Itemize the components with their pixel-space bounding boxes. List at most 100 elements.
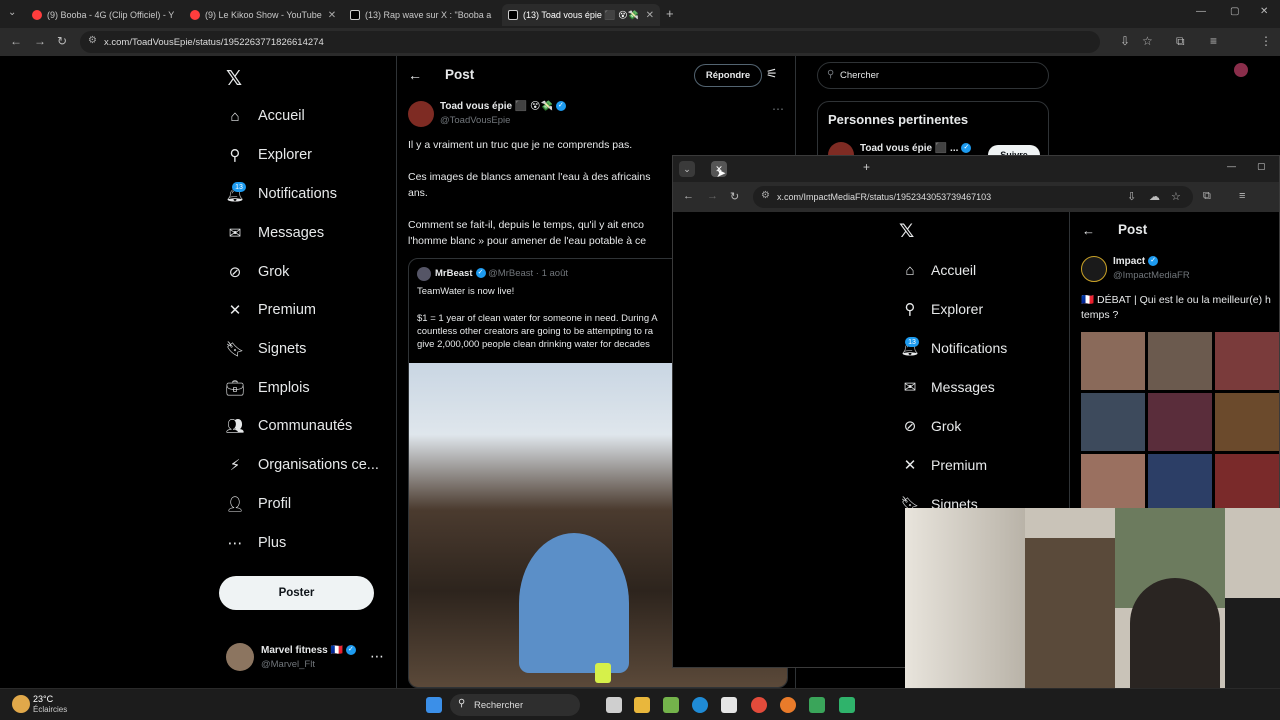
sidebar-item-label: Plus [258,535,287,551]
minimize-window-icon[interactable]: — [1196,6,1206,17]
install-app-icon[interactable]: ⇩ [1127,190,1136,203]
x-logo-icon[interactable]: 𝕏 [899,220,914,243]
whatsapp-icon[interactable] [839,697,855,713]
nvidia-icon[interactable] [663,697,679,713]
profile-avatar-icon[interactable] [1234,63,1248,77]
menu-dots-icon[interactable]: ⋮ [1260,34,1272,48]
chrome-icon[interactable] [751,697,767,713]
person-name[interactable]: Toad vous épie ⬛ ... ✓ [860,143,972,154]
account-avatar[interactable] [226,643,254,671]
sidebar-item-grok[interactable]: ⊘ Grok [901,413,962,439]
impact-avatar[interactable] [1081,256,1107,282]
grid-photo [1148,454,1212,512]
sidebar-item-accueil[interactable]: ⌂ Accueil [226,102,304,130]
sidebar-item-profil[interactable]: 👤︎ Profil [225,490,291,518]
app-icon[interactable] [809,697,825,713]
tab-title: (9) Le Kikoo Show - YouTube [205,10,322,20]
reading-list-icon[interactable]: ≡ [1210,34,1217,48]
tab-kikoo-show[interactable]: (9) Le Kikoo Show - YouTube ✕ [184,4,338,26]
close-tab-icon[interactable]: ✕ [491,10,498,21]
post-more-icon[interactable]: ⋯ [772,102,784,116]
sidebar-item-emplois[interactable]: 💼︎ Emplois [225,374,309,402]
grid-photo [1215,393,1279,451]
grid-photo [1081,332,1145,390]
x-logo-icon[interactable]: 𝕏 [226,66,242,91]
bookmark-star-icon[interactable]: ☆ [1171,190,1181,203]
sidebar-item-messages[interactable]: ✉ Messages [226,219,324,247]
sidebar-item-messages[interactable]: ✉ Messages [901,374,995,400]
sidebar-item-grok[interactable]: ⊘ Grok [226,258,290,286]
author-name[interactable]: Toad vous épie ⬛ 😵💸 ✓ [440,101,566,112]
tab-rap-wave[interactable]: (13) Rap wave sur X : "Booba a ✕ [344,4,498,26]
new-tab-icon[interactable]: + [666,6,674,21]
account-name[interactable]: Marvel fitness 🇫🇷 ✓ [261,645,356,656]
poster-button[interactable]: Poster [219,576,374,610]
minimize-window-icon[interactable]: — [1227,161,1236,171]
firefox-icon[interactable] [780,697,796,713]
store-icon[interactable] [721,697,737,713]
bookmark-star-icon[interactable]: ☆ [1142,34,1153,48]
extensions-icon[interactable]: ⧉ [1203,190,1211,203]
sliders-icon[interactable]: ⚟ [766,66,778,82]
sidebar-item-premium[interactable]: ✕ Premium [901,452,987,478]
author-handle: @ImpactMediaFR [1113,270,1190,281]
repondre-button[interactable]: Répondre [694,64,762,87]
search-icon: ⚲ [458,698,466,709]
close-tab-icon[interactable]: ✕ [174,10,178,21]
forward-arrow-icon[interactable]: → [707,190,718,202]
verified-badge-icon: ✓ [961,143,972,154]
task-view-icon[interactable] [606,697,622,713]
home-icon: ⌂ [230,107,240,125]
file-explorer-icon[interactable] [634,697,650,713]
sidebar-item-communautes[interactable]: 👥︎ Communautés [225,412,352,440]
extensions-icon[interactable]: ⧉ [1176,34,1185,49]
close-tab-icon[interactable]: ✕ [640,10,654,21]
back-arrow-icon[interactable]: ← [408,67,422,83]
close-window-icon[interactable]: ✕ [1260,6,1268,17]
sidebar-item-label: Explorer [931,301,984,317]
reload-icon[interactable]: ↻ [57,34,67,48]
post-text-line: l'homme blanc » pour amener de l'eau pot… [408,235,647,247]
taskbar-search-input[interactable]: ⚲ Rechercher [450,694,580,716]
tab-list-chevron-icon[interactable]: ⌄ [8,7,16,18]
sidebar-item-label: Signets [258,341,307,357]
maximize-window-icon[interactable]: ▢ [1230,6,1239,17]
sidebar-item-accueil[interactable]: ⌂ Accueil [901,257,976,283]
sidebar-item-organisations[interactable]: ⚡︎ Organisations ce... [226,451,379,479]
close-tab-icon[interactable]: ✕ [322,10,336,21]
more-circle-icon: ⋯ [227,535,243,552]
site-info-icon[interactable]: ⚙ [761,190,770,201]
tab-title: (13) Rap wave sur X : "Booba a [365,10,492,20]
tab-list-chevron-icon[interactable]: ⌄ [679,161,695,177]
back-arrow-icon[interactable]: ← [1082,223,1095,238]
site-info-icon[interactable]: ⚙ [88,35,97,46]
search-input[interactable]: ⚲ Chercher [817,62,1049,89]
sidebar-item-explorer[interactable]: ⚲ Explorer [901,296,984,322]
weather-temp[interactable]: 23°C [33,694,53,704]
url-field[interactable]: ⚙ x.com/ToadVousEpie/status/195226377182… [80,31,1100,53]
sidebar-item-signets[interactable]: 🔖︎ Signets [225,335,307,363]
back-arrow-icon[interactable]: ← [683,190,694,202]
tab-toad-vous-epie[interactable]: (13) Toad vous épie ⬛ 😵💸 ✕ [502,4,660,26]
debate-photo-grid[interactable] [1081,332,1279,512]
sidebar-item-premium[interactable]: ✕ Premium [226,296,316,324]
weather-icon[interactable] [12,695,30,713]
edge-icon[interactable] [692,697,708,713]
install-app-icon[interactable]: ⇩ [1120,34,1130,48]
maximize-window-icon[interactable]: ▢ [1257,161,1266,172]
forward-arrow-icon[interactable]: → [34,34,46,48]
cloud-icon[interactable]: ☁ [1149,190,1160,203]
browser-tab-strip: ⌄ (9) Booba - 4G (Clip Officiel) - Y ✕ (… [0,0,1280,28]
account-handle: @Marvel_Flt [261,659,315,670]
tab-booba[interactable]: (9) Booba - 4G (Clip Officiel) - Y ✕ [26,4,178,26]
start-windows-icon[interactable] [426,697,442,713]
sidebar-item-plus[interactable]: ⋯ Plus [226,529,287,557]
author-name[interactable]: Impact ✓ [1113,256,1159,267]
author-avatar[interactable] [408,101,434,127]
account-more-icon[interactable]: ⋯ [370,648,384,665]
reload-icon[interactable]: ↻ [730,190,739,203]
reading-list-icon[interactable]: ≡ [1239,190,1245,202]
new-tab-icon[interactable]: + [863,160,870,174]
back-arrow-icon[interactable]: ← [10,34,22,48]
sidebar-item-explorer[interactable]: ⚲ Explorer [226,141,313,169]
